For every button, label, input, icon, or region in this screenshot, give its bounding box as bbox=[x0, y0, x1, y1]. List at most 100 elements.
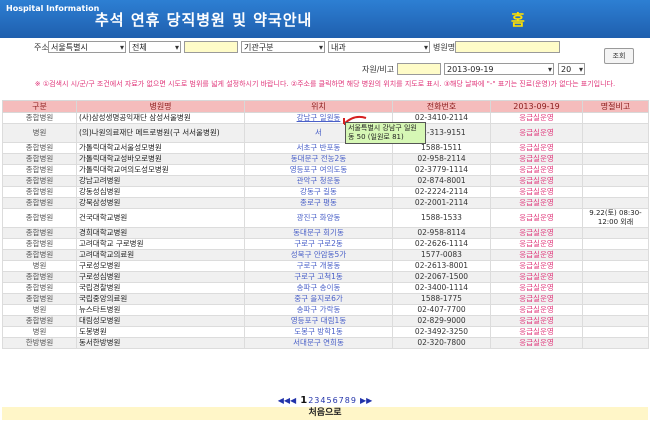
cell-loc[interactable]: 종로구 평동 bbox=[244, 197, 393, 209]
cell-name[interactable]: 뉴스타트병원 bbox=[76, 304, 245, 316]
cell-stat: 응급실운영 bbox=[490, 123, 583, 143]
table-row: 종합병원 고려대학교 구로병원 구로구 구로2동 02-2626-1114 응급실운영 bbox=[2, 238, 649, 250]
cell-stat: 응급실운영 bbox=[490, 197, 583, 209]
cell-loc[interactable]: 구로구 개봉동 bbox=[244, 260, 393, 272]
date-select[interactable]: 2013-09-19 bbox=[444, 63, 554, 76]
dept-select[interactable]: 내과 bbox=[328, 41, 430, 54]
cell-name[interactable]: 구로성모병원 bbox=[76, 260, 245, 272]
table-row: 종합병원 (사)삼성생명공익재단 삼성서울병원 강남구 일원동 02-3410-211… bbox=[2, 112, 649, 124]
cell-name[interactable]: (의)나원의료재단 메트로병원(구 서서울병원) bbox=[76, 123, 245, 143]
header-banner: Hospital Information 추석 연휴 당직병원 및 약국안내 홈 bbox=[0, 0, 650, 38]
page-number-link[interactable]: 6 bbox=[333, 396, 338, 405]
cell-loc[interactable]: 송파구 송이동 bbox=[244, 282, 393, 294]
cell-loc[interactable]: 강동구 길동 bbox=[244, 186, 393, 198]
cell-name[interactable]: 고려대학교의료원 bbox=[76, 249, 245, 261]
cell-name[interactable]: 강남고려병원 bbox=[76, 175, 245, 187]
cell-name[interactable]: 건국대학교병원 bbox=[76, 208, 245, 228]
brand-label: Hospital Information bbox=[6, 4, 100, 13]
cell-memo bbox=[582, 153, 649, 165]
subject-input[interactable] bbox=[397, 63, 441, 75]
table-row: 종합병원 국립경찰병원 송파구 송이동 02-3400-1114 응급실운영 bbox=[2, 282, 649, 294]
cell-stat: 응급실운영 bbox=[490, 337, 583, 349]
page-number-link[interactable]: 4 bbox=[320, 396, 325, 405]
table-row: 종합병원 가톨릭대학교여의도성모병원 영등포구 여의도동 02-3779-1114 응급… bbox=[2, 164, 649, 176]
cell-type: 종합병원 bbox=[2, 186, 77, 198]
cell-memo bbox=[582, 326, 649, 338]
cell-tel: 02-958-2114 bbox=[392, 153, 491, 165]
page-number-link[interactable]: 3 bbox=[314, 396, 319, 405]
cell-loc[interactable]: 서대문구 연희동 bbox=[244, 337, 393, 349]
cell-loc[interactable]: 성북구 안암동5가 bbox=[244, 249, 393, 261]
col-date-header: 2013-09-19 bbox=[490, 100, 583, 113]
go-first-button[interactable]: 처음으로 bbox=[2, 407, 648, 420]
cell-name[interactable]: 국립경찰병원 bbox=[76, 282, 245, 294]
org-type-select[interactable]: 기관구분 bbox=[241, 41, 325, 54]
cell-loc[interactable]: 구로구 고척1동 bbox=[244, 271, 393, 283]
cell-loc[interactable]: 구로구 구로2동 bbox=[244, 238, 393, 250]
subject-label: 자원/비고 bbox=[362, 65, 395, 74]
page-next-button[interactable]: ▶▶ bbox=[360, 396, 372, 405]
cell-memo: 9.22(토) 08:30-12:00 외래 bbox=[582, 208, 649, 228]
table-row: 종합병원 강남고려병원 관악구 청운동 02-874-8001 응급실운영 bbox=[2, 175, 649, 187]
cell-name[interactable]: 가톨릭대학교서울성모병원 bbox=[76, 142, 245, 154]
cell-loc[interactable]: 중구 을지로6가 bbox=[244, 293, 393, 305]
search-button[interactable]: 조회 bbox=[604, 48, 634, 64]
table-row: 종합병원 대림성모병원 영등포구 대림1동 02-829-9000 응급실운영 bbox=[2, 315, 649, 327]
cell-loc[interactable]: 동대문구 전농2동 bbox=[244, 153, 393, 165]
cell-loc[interactable]: 동대문구 회기동 bbox=[244, 227, 393, 239]
cell-loc[interactable]: 송파구 가락동 bbox=[244, 304, 393, 316]
cell-tel: 02-407-7700 bbox=[392, 304, 491, 316]
cell-tel: 02-874-8001 bbox=[392, 175, 491, 187]
table-row: 한방병원 동서한방병원 서대문구 연희동 02-320-7800 응급실운영 bbox=[2, 337, 649, 349]
cell-type: 종합병원 bbox=[2, 164, 77, 176]
cell-name[interactable]: 구로성심병원 bbox=[76, 271, 245, 283]
cell-name[interactable]: (사)삼성생명공익재단 삼성서울병원 bbox=[76, 112, 245, 124]
page-number-link[interactable]: 2 bbox=[308, 396, 313, 405]
cell-name[interactable]: 고려대학교 구로병원 bbox=[76, 238, 245, 250]
cell-type: 종합병원 bbox=[2, 142, 77, 154]
cell-tel: 02-829-9000 bbox=[392, 315, 491, 327]
cell-name[interactable]: 강동성심병원 bbox=[76, 186, 245, 198]
cell-name[interactable]: 경희대학교병원 bbox=[76, 227, 245, 239]
cell-tel: 1588-1775 bbox=[392, 293, 491, 305]
rows-select[interactable]: 20 bbox=[558, 63, 585, 76]
page-number-link[interactable]: 7 bbox=[339, 396, 344, 405]
cell-name[interactable]: 강북삼성병원 bbox=[76, 197, 245, 209]
cell-loc[interactable]: 영등포구 대림1동 bbox=[244, 315, 393, 327]
address-tooltip: 서울특별시 강남구 일원동 50 (일원로 81) bbox=[345, 122, 426, 144]
home-link[interactable]: 홈 bbox=[511, 9, 525, 30]
cell-tel: 1577-0083 bbox=[392, 249, 491, 261]
cell-type: 종합병원 bbox=[2, 227, 77, 239]
cell-stat: 응급실운영 bbox=[490, 227, 583, 239]
cell-type: 종합병원 bbox=[2, 175, 77, 187]
cell-name[interactable]: 도봉병원 bbox=[76, 326, 245, 338]
dong-input[interactable] bbox=[184, 41, 238, 53]
cell-name[interactable]: 가톨릭대학교여의도성모병원 bbox=[76, 164, 245, 176]
cell-loc[interactable]: 영등포구 여의도동 bbox=[244, 164, 393, 176]
cell-tel: 02-320-7800 bbox=[392, 337, 491, 349]
cell-stat: 응급실운영 bbox=[490, 315, 583, 327]
page-prev-button[interactable]: ◀◀◀ bbox=[278, 396, 296, 405]
cell-type: 한방병원 bbox=[2, 337, 77, 349]
page-number-link[interactable]: 9 bbox=[351, 396, 356, 405]
page-number-link[interactable]: 8 bbox=[345, 396, 350, 405]
cell-loc[interactable]: 관악구 청운동 bbox=[244, 175, 393, 187]
cell-loc[interactable]: 광진구 화양동 bbox=[244, 208, 393, 228]
cell-name[interactable]: 동서한방병원 bbox=[76, 337, 245, 349]
hospital-name-input[interactable] bbox=[455, 41, 560, 53]
cell-name[interactable]: 가톨릭대학교성바오로병원 bbox=[76, 153, 245, 165]
cell-loc[interactable]: 서초구 반포동 bbox=[244, 142, 393, 154]
page-number-link[interactable]: 1 bbox=[300, 395, 307, 406]
cell-type: 종합병원 bbox=[2, 315, 77, 327]
cell-name[interactable]: 국립중앙의료원 bbox=[76, 293, 245, 305]
table-row: 병원 (의)나원의료재단 메트로병원(구 서서울병원) 서 02-313-9151 응급… bbox=[2, 123, 649, 143]
cell-tel: 02-958-8114 bbox=[392, 227, 491, 239]
city-select[interactable]: 서울특별시 bbox=[48, 41, 126, 54]
cell-tel: 1588-1533 bbox=[392, 208, 491, 228]
cell-stat: 응급실운영 bbox=[490, 175, 583, 187]
page-number-link[interactable]: 5 bbox=[326, 396, 331, 405]
district-select[interactable]: 전체 bbox=[129, 41, 181, 54]
cell-stat: 응급실운영 bbox=[490, 153, 583, 165]
cell-name[interactable]: 대림성모병원 bbox=[76, 315, 245, 327]
cell-loc[interactable]: 도봉구 방학1동 bbox=[244, 326, 393, 338]
